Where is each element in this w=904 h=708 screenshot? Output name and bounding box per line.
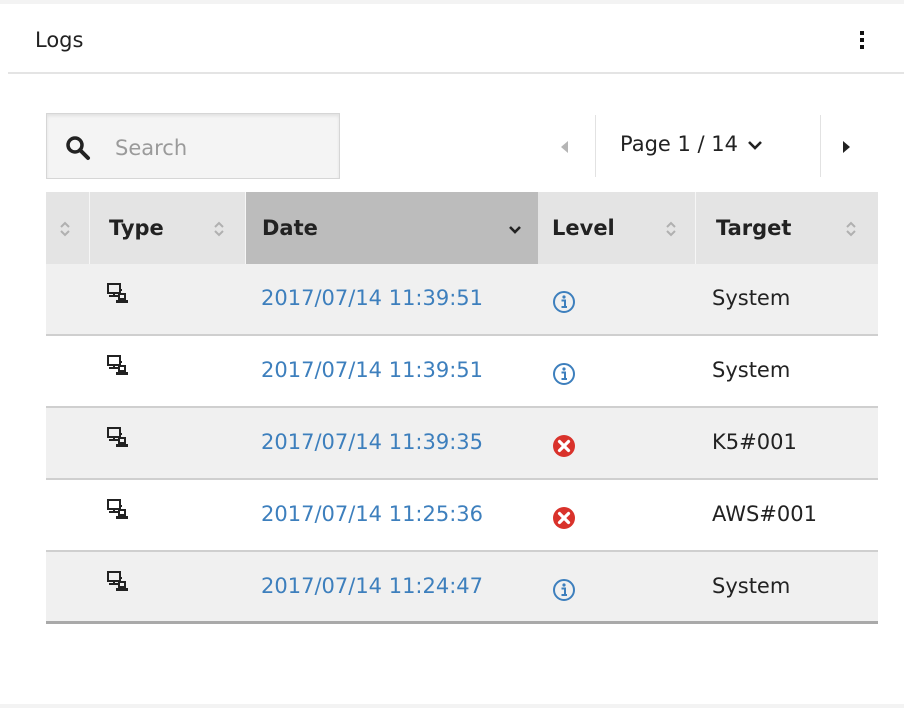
column-header-select[interactable] — [46, 192, 90, 264]
search-icon — [66, 136, 90, 160]
error-icon — [553, 507, 575, 529]
column-label: Level — [552, 216, 615, 240]
column-label: Date — [262, 216, 318, 240]
column-label: Type — [109, 216, 164, 240]
log-target: AWS#001 — [712, 502, 817, 526]
log-target: System — [712, 358, 791, 382]
column-header-type[interactable]: Type — [90, 192, 246, 264]
log-date-link[interactable]: 2017/07/14 11:39:51 — [261, 286, 483, 310]
log-date-link[interactable]: 2017/07/14 11:25:36 — [261, 502, 483, 526]
computer-network-icon — [107, 355, 128, 375]
computer-network-icon — [107, 283, 128, 303]
table-header: Type Date Level Target — [46, 192, 878, 264]
log-date-link[interactable]: 2017/07/14 11:39:51 — [261, 358, 483, 382]
computer-network-icon — [107, 427, 128, 447]
log-date-link[interactable]: 2017/07/14 11:24:47 — [261, 574, 483, 598]
vertical-ellipsis-icon[interactable] — [859, 31, 865, 51]
table-row[interactable]: 2017/07/14 11:39:51 System — [46, 336, 878, 408]
computer-network-icon — [107, 571, 128, 591]
log-target: System — [712, 286, 791, 310]
pager-divider — [595, 115, 596, 177]
table-row[interactable]: 2017/07/14 11:39:51 System — [46, 264, 878, 336]
logs-table: Type Date Level Target 2017/07/14 11:39:… — [46, 192, 878, 624]
search-box[interactable] — [46, 113, 340, 179]
column-header-target[interactable]: Target — [696, 192, 878, 264]
sort-updown-icon — [214, 221, 224, 237]
sort-updown-icon — [60, 221, 70, 237]
column-header-date[interactable]: Date — [246, 192, 538, 264]
log-date-link[interactable]: 2017/07/14 11:39:35 — [261, 430, 483, 454]
panel-title: Logs — [35, 28, 84, 52]
table-row[interactable]: 2017/07/14 11:39:35 K5#001 — [46, 408, 878, 480]
table-row[interactable]: 2017/07/14 11:25:36 AWS#001 — [46, 480, 878, 552]
triangle-left-icon[interactable] — [556, 138, 574, 156]
sort-updown-icon — [846, 221, 856, 237]
column-label: Target — [716, 216, 792, 240]
column-header-level[interactable]: Level — [538, 192, 696, 264]
error-icon — [553, 435, 575, 457]
info-icon — [553, 579, 575, 601]
info-icon — [553, 363, 575, 385]
page-label: Page 1 / 14 — [620, 132, 739, 156]
triangle-right-icon[interactable] — [838, 138, 856, 156]
bottom-strip — [0, 704, 904, 708]
table-row[interactable]: 2017/07/14 11:24:47 System — [46, 552, 878, 624]
chevron-down-icon — [747, 141, 762, 150]
log-target: K5#001 — [712, 430, 797, 454]
info-icon — [553, 291, 575, 313]
log-target: System — [712, 574, 791, 598]
sort-updown-icon — [666, 221, 676, 237]
page-selector[interactable]: Page 1 / 14 — [620, 132, 763, 162]
chevron-down-icon — [509, 226, 521, 234]
search-input[interactable] — [113, 131, 327, 165]
computer-network-icon — [107, 499, 128, 519]
panel-header: Logs — [8, 4, 904, 74]
pager-divider — [820, 115, 821, 177]
